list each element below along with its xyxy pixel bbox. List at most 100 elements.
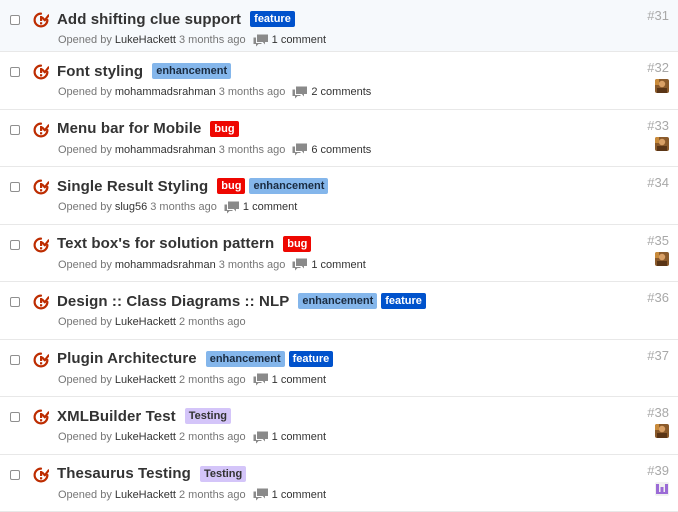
issue-row[interactable]: Single Result StylingbugenhancementOpene… xyxy=(0,167,678,225)
issue-title-line: Menu bar for Mobile bug xyxy=(57,119,239,139)
comments-link[interactable]: 1 comment xyxy=(253,431,326,444)
issue-title-link[interactable]: Add shifting clue support xyxy=(57,11,241,28)
photo-avatar[interactable] xyxy=(655,79,669,93)
label-enhancement[interactable]: enhancement xyxy=(298,293,377,309)
comment-icon xyxy=(292,86,308,99)
comment-count: 1 comment xyxy=(311,259,365,271)
opened-by-text: Opened by xyxy=(58,431,112,443)
issue-number: #36 xyxy=(647,290,669,305)
select-checkbox[interactable] xyxy=(10,125,20,135)
issue-title-link[interactable]: Plugin Architecture xyxy=(57,350,197,367)
author-link[interactable]: LukeHackett xyxy=(115,431,176,443)
opened-time: 3 months ago xyxy=(219,86,286,98)
issue-row[interactable]: XMLBuilder Test Testing Opened byLukeHacke… xyxy=(0,397,678,455)
author-link[interactable]: LukeHackett xyxy=(115,316,176,328)
issue-title-line: XMLBuilder Test Testing xyxy=(57,406,231,426)
comments-link[interactable]: 1 comment xyxy=(292,258,365,271)
author-link[interactable]: LukeHackett xyxy=(115,489,176,501)
photo-avatar[interactable] xyxy=(655,137,669,151)
comments-link[interactable]: 1 comment xyxy=(224,201,297,214)
issue-row[interactable]: Plugin ArchitectureenhancementfeatureOpe… xyxy=(0,340,678,398)
comment-icon xyxy=(224,201,240,214)
opened-time: 2 months ago xyxy=(179,374,246,386)
label-enhancement[interactable]: enhancement xyxy=(249,178,328,194)
photo-avatar[interactable] xyxy=(655,252,669,266)
identicon-avatar[interactable] xyxy=(655,482,669,496)
issue-title-line: Thesaurus Testing Testing xyxy=(57,464,246,484)
comment-count: 1 comment xyxy=(272,34,326,46)
select-checkbox[interactable] xyxy=(10,67,20,77)
label-bug[interactable]: bug xyxy=(210,121,238,137)
comments-link[interactable]: 2 comments xyxy=(292,86,371,99)
issue-title-link[interactable]: Design :: Class Diagrams :: NLP xyxy=(57,293,289,310)
author-link[interactable]: LukeHackett xyxy=(115,34,176,46)
label-bug[interactable]: bug xyxy=(217,178,245,194)
select-checkbox[interactable] xyxy=(10,240,20,250)
issue-title-link[interactable]: Font styling xyxy=(57,63,143,80)
comment-count: 1 comment xyxy=(243,201,297,213)
opened-by-text: Opened by xyxy=(58,34,112,46)
label-enhancement[interactable]: enhancement xyxy=(206,351,285,367)
issue-closed-icon xyxy=(33,294,49,310)
author-link[interactable]: mohammadsrahman xyxy=(115,144,216,156)
issue-row[interactable]: Font styling enhancement Opened bymohammad… xyxy=(0,52,678,110)
author-link[interactable]: LukeHackett xyxy=(115,374,176,386)
issue-meta: Opened byslug563 months ago1 comment xyxy=(58,200,297,214)
opened-time: 2 months ago xyxy=(179,431,246,443)
author-link[interactable]: mohammadsrahman xyxy=(115,259,216,271)
issue-title-link[interactable]: XMLBuilder Test xyxy=(57,408,176,425)
issue-row[interactable]: Design :: Class Diagrams :: NLP enhanceme… xyxy=(0,282,678,340)
issue-title-line: Single Result Styling bugenhancement xyxy=(57,176,328,196)
opened-time: 2 months ago xyxy=(179,489,246,501)
issue-title-link[interactable]: Text box's for solution pattern xyxy=(57,235,274,252)
label-feature[interactable]: feature xyxy=(381,293,426,309)
issue-row[interactable]: Add shifting clue support feature Opened b… xyxy=(0,0,678,52)
comment-count: 1 comment xyxy=(272,431,326,443)
comments-link[interactable]: 6 comments xyxy=(292,143,371,156)
comments-link[interactable]: 1 comment xyxy=(253,488,326,501)
select-checkbox[interactable] xyxy=(10,297,20,307)
issue-title-line: Font styling enhancement xyxy=(57,61,231,81)
select-checkbox[interactable] xyxy=(10,182,20,192)
opened-time: 3 months ago xyxy=(150,201,217,213)
select-checkbox[interactable] xyxy=(10,355,20,365)
issue-row[interactable]: Menu bar for Mobile bug Opened bymohammads… xyxy=(0,110,678,168)
comment-count: 2 comments xyxy=(311,86,371,98)
label-feature[interactable]: feature xyxy=(250,11,295,27)
label-bug[interactable]: bug xyxy=(283,236,311,252)
comment-icon xyxy=(253,488,269,501)
author-link[interactable]: slug56 xyxy=(115,201,147,213)
issue-meta: Opened bymohammadsrahman3 months ago1 co… xyxy=(58,258,366,272)
label-testing[interactable]: Testing xyxy=(200,466,246,482)
comment-icon xyxy=(292,143,308,156)
opened-by-text: Opened by xyxy=(58,144,112,156)
issue-closed-icon xyxy=(33,237,49,253)
select-checkbox[interactable] xyxy=(10,412,20,422)
issue-title-link[interactable]: Menu bar for Mobile xyxy=(57,120,201,137)
issue-closed-icon xyxy=(33,64,49,80)
issue-number: #33 xyxy=(647,118,669,133)
opened-by-text: Opened by xyxy=(58,489,112,501)
issue-title-link[interactable]: Thesaurus Testing xyxy=(57,465,191,482)
opened-by-text: Opened by xyxy=(58,316,112,328)
author-link[interactable]: mohammadsrahman xyxy=(115,86,216,98)
select-checkbox[interactable] xyxy=(10,15,20,25)
label-enhancement[interactable]: enhancement xyxy=(152,63,231,79)
issue-number: #38 xyxy=(647,405,669,420)
issue-meta: Opened bymohammadsrahman3 months ago6 co… xyxy=(58,143,371,157)
issue-number: #37 xyxy=(647,348,669,363)
issue-row[interactable]: Thesaurus Testing Testing Opened byLukeHac… xyxy=(0,455,678,512)
issue-closed-icon xyxy=(33,352,49,368)
issue-title-line: Design :: Class Diagrams :: NLP enhanceme… xyxy=(57,291,426,311)
opened-time: 2 months ago xyxy=(179,316,246,328)
issue-meta: Opened bymohammadsrahman3 months ago2 co… xyxy=(58,85,371,99)
comments-link[interactable]: 1 comment xyxy=(253,34,326,47)
comments-link[interactable]: 1 comment xyxy=(253,373,326,386)
photo-avatar[interactable] xyxy=(655,424,669,438)
label-testing[interactable]: Testing xyxy=(185,408,231,424)
issue-row[interactable]: Text box's for solution pattern bug Opened… xyxy=(0,225,678,283)
issue-title-link[interactable]: Single Result Styling xyxy=(57,178,208,195)
label-feature[interactable]: feature xyxy=(289,351,334,367)
select-checkbox[interactable] xyxy=(10,470,20,480)
issue-meta: Opened byLukeHackett2 months ago xyxy=(58,315,246,329)
